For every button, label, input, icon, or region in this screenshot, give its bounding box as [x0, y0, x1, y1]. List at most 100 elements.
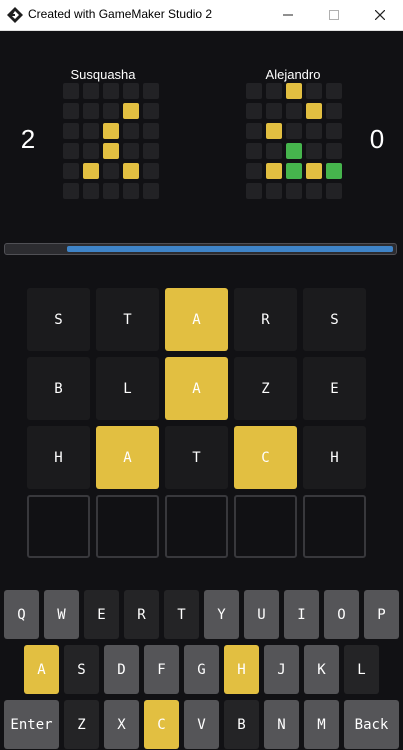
mini-grid-cell	[306, 123, 322, 139]
key-c[interactable]: C	[144, 700, 179, 749]
key-m[interactable]: M	[304, 700, 339, 749]
key-k[interactable]: K	[304, 645, 339, 694]
mini-grid-cell	[103, 183, 119, 199]
mini-grid-cell	[266, 183, 282, 199]
gamemaker-logo-icon	[7, 7, 23, 23]
mini-grid-cell	[246, 83, 262, 99]
letter-tile: R	[234, 288, 297, 351]
key-w[interactable]: W	[44, 590, 79, 639]
mini-grid-cell	[266, 103, 282, 119]
key-b[interactable]: B	[224, 700, 259, 749]
maximize-icon	[329, 10, 339, 20]
key-d[interactable]: D	[104, 645, 139, 694]
letter-tile: A	[165, 288, 228, 351]
empty-tile	[303, 495, 366, 558]
mini-grid-cell	[63, 123, 79, 139]
mini-grid-cell	[103, 143, 119, 159]
round-timer-fill	[67, 246, 393, 252]
mini-grid-cell	[246, 103, 262, 119]
mini-grid-cell	[326, 123, 342, 139]
mini-grid-cell	[326, 183, 342, 199]
key-n[interactable]: N	[264, 700, 299, 749]
mini-grid-cell	[326, 83, 342, 99]
player-2-name: Alejandro	[265, 67, 321, 82]
key-h[interactable]: H	[224, 645, 259, 694]
close-icon	[375, 10, 385, 20]
window-title: Created with GameMaker Studio 2	[28, 7, 213, 21]
mini-grid-cell	[246, 123, 262, 139]
mini-grid-cell	[103, 83, 119, 99]
key-j[interactable]: J	[264, 645, 299, 694]
key-e[interactable]: E	[84, 590, 119, 639]
player-1-name: Susquasha	[70, 67, 136, 82]
key-g[interactable]: G	[184, 645, 219, 694]
letter-tile: T	[96, 288, 159, 351]
mini-grid-cell	[306, 143, 322, 159]
letter-tile: S	[303, 288, 366, 351]
mini-grid-cell	[246, 163, 262, 179]
mini-grid-cell	[103, 103, 119, 119]
mini-grid-cell	[306, 83, 322, 99]
key-a[interactable]: A	[24, 645, 59, 694]
mini-grid-cell	[63, 183, 79, 199]
mini-grid-cell	[266, 163, 282, 179]
letter-tile: H	[27, 426, 90, 489]
title-bar: Created with GameMaker Studio 2	[0, 0, 403, 31]
key-t[interactable]: T	[164, 590, 199, 639]
mini-grid-cell	[123, 163, 139, 179]
mini-grid-cell	[326, 163, 342, 179]
key-l[interactable]: L	[344, 645, 379, 694]
mini-grid-cell	[246, 183, 262, 199]
key-p[interactable]: P	[364, 590, 399, 639]
key-i[interactable]: I	[284, 590, 319, 639]
letter-tile: C	[234, 426, 297, 489]
mini-grid-cell	[266, 123, 282, 139]
minimize-button[interactable]	[265, 0, 311, 30]
mini-grid-cell	[103, 123, 119, 139]
mini-grid-cell	[306, 163, 322, 179]
round-timer-bar	[4, 243, 397, 255]
mini-grid-cell	[143, 103, 159, 119]
key-z[interactable]: Z	[64, 700, 99, 749]
maximize-button[interactable]	[311, 0, 357, 30]
key-s[interactable]: S	[64, 645, 99, 694]
mini-grid-cell	[103, 163, 119, 179]
mini-grid-cell	[83, 83, 99, 99]
mini-grid-cell	[63, 143, 79, 159]
mini-grid-cell	[123, 103, 139, 119]
mini-grid-cell	[143, 183, 159, 199]
key-u[interactable]: U	[244, 590, 279, 639]
mini-grid-cell	[306, 183, 322, 199]
mini-grid-cell	[286, 163, 302, 179]
mini-grid-cell	[326, 143, 342, 159]
key-x[interactable]: X	[104, 700, 139, 749]
mini-grid-cell	[83, 183, 99, 199]
backspace-key[interactable]: Back	[344, 700, 399, 749]
empty-tile	[96, 495, 159, 558]
mini-grid-cell	[143, 143, 159, 159]
mini-grid-cell	[143, 83, 159, 99]
mini-grid-cell	[286, 103, 302, 119]
key-r[interactable]: R	[124, 590, 159, 639]
key-q[interactable]: Q	[4, 590, 39, 639]
mini-grid-cell	[83, 123, 99, 139]
player-2-progress-grid	[246, 83, 344, 201]
mini-grid-cell	[63, 83, 79, 99]
minimize-icon	[283, 14, 293, 16]
enter-key[interactable]: Enter	[4, 700, 59, 749]
mini-grid-cell	[286, 183, 302, 199]
mini-grid-cell	[123, 83, 139, 99]
mini-grid-cell	[123, 183, 139, 199]
mini-grid-cell	[143, 123, 159, 139]
mini-grid-cell	[63, 163, 79, 179]
player-1-progress-grid	[63, 83, 161, 201]
mini-grid-cell	[286, 83, 302, 99]
close-button[interactable]	[357, 0, 403, 30]
key-f[interactable]: F	[144, 645, 179, 694]
letter-tile: L	[96, 357, 159, 420]
key-o[interactable]: O	[324, 590, 359, 639]
letter-tile: Z	[234, 357, 297, 420]
key-v[interactable]: V	[184, 700, 219, 749]
key-y[interactable]: Y	[204, 590, 239, 639]
empty-tile	[234, 495, 297, 558]
